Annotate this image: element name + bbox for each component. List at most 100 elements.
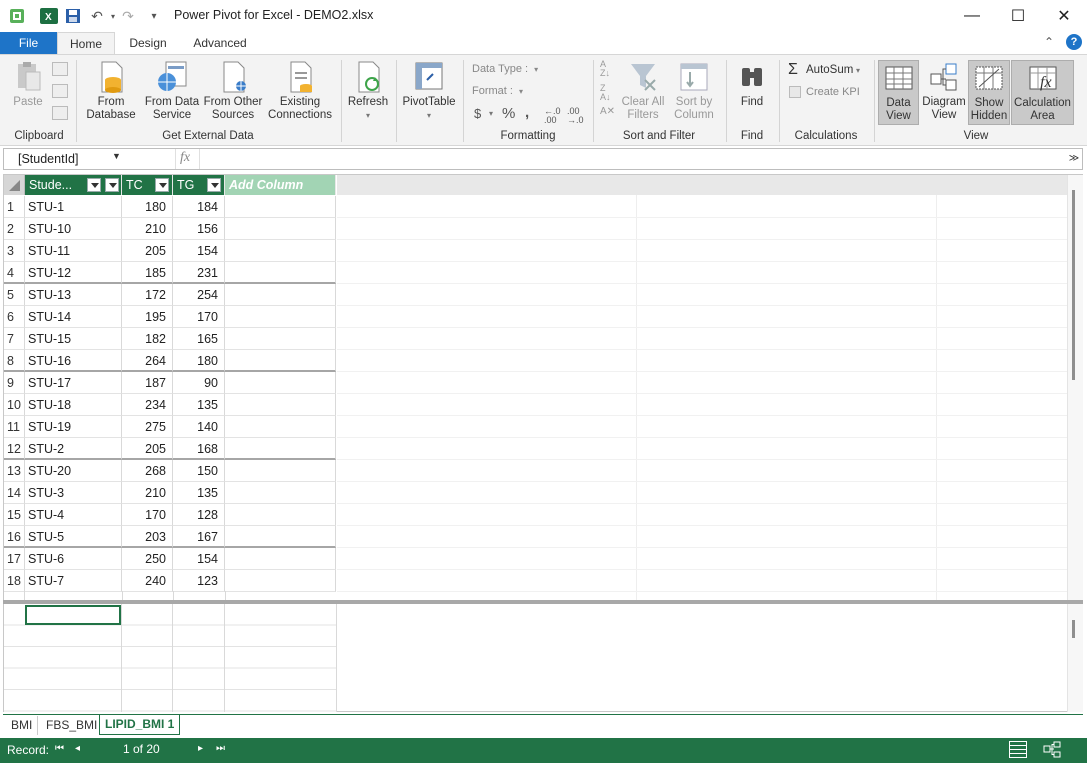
cell-tc[interactable]: 205 bbox=[122, 438, 173, 460]
close-button[interactable]: ✕ bbox=[1041, 0, 1087, 32]
calculation-area-button[interactable]: fx Calculation Area bbox=[1011, 60, 1074, 125]
cell-tg[interactable]: 154 bbox=[173, 548, 225, 570]
clear-sort-icon[interactable]: A✕ bbox=[600, 106, 618, 122]
add-column-header[interactable]: Add Column bbox=[225, 175, 336, 195]
cell-tc[interactable]: 268 bbox=[122, 460, 173, 482]
table-row[interactable]: 18 STU-7 240 123 bbox=[4, 570, 336, 592]
data-view-button[interactable]: Data View bbox=[878, 60, 919, 125]
cell-studentid[interactable]: STU-13 bbox=[25, 284, 122, 306]
sort-ascending-icon[interactable]: A Z↓ bbox=[600, 60, 618, 80]
cell-tc[interactable]: 240 bbox=[122, 570, 173, 592]
cell-studentid[interactable]: STU-3 bbox=[25, 482, 122, 504]
increase-decimal-icon[interactable]: ←.0.00 bbox=[544, 107, 561, 125]
table-row[interactable]: 15 STU-4 170 128 bbox=[4, 504, 336, 526]
table-row[interactable]: 8 STU-16 264 180 bbox=[4, 350, 336, 372]
sheet-tab-lipid-bmi-1[interactable]: LIPID_BMI 1 bbox=[99, 715, 181, 735]
show-hidden-button[interactable]: Show Hidden bbox=[968, 60, 1010, 125]
cell-tg[interactable]: 128 bbox=[173, 504, 225, 526]
cell-add-column[interactable] bbox=[225, 438, 336, 460]
vertical-scrollbar[interactable] bbox=[1067, 175, 1083, 600]
currency-button[interactable]: $ bbox=[474, 106, 481, 121]
column-header-tc[interactable]: TC bbox=[122, 175, 173, 195]
calc-scrollbar-thumb[interactable] bbox=[1072, 620, 1075, 638]
table-row[interactable]: 14 STU-3 210 135 bbox=[4, 482, 336, 504]
filter-dropdown-icon[interactable] bbox=[155, 178, 169, 192]
cell-tc[interactable]: 205 bbox=[122, 240, 173, 262]
cell-tc[interactable]: 180 bbox=[122, 196, 173, 218]
cell-add-column[interactable] bbox=[225, 570, 336, 592]
cell-studentid[interactable]: STU-12 bbox=[25, 262, 122, 284]
cell-studentid[interactable]: STU-6 bbox=[25, 548, 122, 570]
cell-tg[interactable]: 167 bbox=[173, 526, 225, 548]
sort-descending-icon[interactable]: Z A↓ bbox=[600, 84, 618, 104]
cell-tc[interactable]: 275 bbox=[122, 416, 173, 438]
cell-tg[interactable]: 165 bbox=[173, 328, 225, 350]
column-header-studentid[interactable]: Stude... bbox=[25, 175, 122, 195]
tab-home[interactable]: Home bbox=[57, 32, 115, 55]
cell-tg[interactable]: 254 bbox=[173, 284, 225, 306]
cell-tg[interactable]: 154 bbox=[173, 240, 225, 262]
next-record-icon[interactable]: ▸ bbox=[198, 743, 203, 754]
cell-studentid[interactable]: STU-20 bbox=[25, 460, 122, 482]
sort-by-column-button[interactable]: Sort by Column bbox=[668, 60, 720, 122]
refresh-button[interactable]: Refresh ▾ bbox=[345, 60, 391, 122]
cell-studentid[interactable]: STU-15 bbox=[25, 328, 122, 350]
create-kpi-button[interactable]: Create KPI bbox=[806, 86, 860, 98]
cell-tg[interactable]: 140 bbox=[173, 416, 225, 438]
cell-studentid[interactable]: STU-10 bbox=[25, 218, 122, 240]
previous-record-icon[interactable]: ◂ bbox=[75, 743, 80, 754]
first-record-icon[interactable]: ⏮ bbox=[55, 743, 64, 754]
cut-icon[interactable] bbox=[52, 62, 68, 76]
percent-button[interactable]: % bbox=[502, 105, 515, 122]
customize-toolbar-icon[interactable]: ▾ bbox=[146, 6, 162, 26]
tab-advanced[interactable]: Advanced bbox=[186, 32, 254, 54]
cell-add-column[interactable] bbox=[225, 372, 336, 394]
table-row[interactable]: 4 STU-12 185 231 bbox=[4, 262, 336, 284]
grid-view-icon[interactable] bbox=[1009, 741, 1027, 758]
cell-tg[interactable]: 231 bbox=[173, 262, 225, 284]
table-row[interactable]: 12 STU-2 205 168 bbox=[4, 438, 336, 460]
find-button[interactable]: Find bbox=[730, 60, 774, 109]
cell-tc[interactable]: 170 bbox=[122, 504, 173, 526]
paste-button[interactable]: Paste bbox=[8, 60, 48, 109]
cell-tc[interactable]: 185 bbox=[122, 262, 173, 284]
fx-icon[interactable]: fx bbox=[180, 150, 190, 166]
cell-add-column[interactable] bbox=[225, 416, 336, 438]
decrease-decimal-icon[interactable]: .00 →.0 bbox=[567, 107, 584, 125]
cell-add-column[interactable] bbox=[225, 262, 336, 284]
formula-input[interactable] bbox=[199, 149, 1067, 169]
cell-tc[interactable]: 172 bbox=[122, 284, 173, 306]
tab-design[interactable]: Design bbox=[122, 32, 174, 54]
excel-icon[interactable]: X bbox=[38, 6, 60, 26]
cell-studentid[interactable]: STU-2 bbox=[25, 438, 122, 460]
currency-dropdown-icon[interactable]: ▾ bbox=[489, 109, 493, 118]
from-other-sources-button[interactable]: From Other Sources bbox=[202, 60, 264, 122]
cell-tg[interactable]: 90 bbox=[173, 372, 225, 394]
cell-tg[interactable]: 168 bbox=[173, 438, 225, 460]
cell-studentid[interactable]: STU-17 bbox=[25, 372, 122, 394]
table-row[interactable]: 1 STU-1 180 184 bbox=[4, 196, 336, 218]
diagram-view-button[interactable]: Diagram View bbox=[921, 60, 967, 122]
cell-studentid[interactable]: STU-14 bbox=[25, 306, 122, 328]
diagram-view-status-icon[interactable] bbox=[1043, 741, 1061, 761]
filter-dropdown-icon[interactable] bbox=[105, 178, 119, 192]
cell-add-column[interactable] bbox=[225, 196, 336, 218]
name-box-dropdown-icon[interactable]: ▼ bbox=[112, 151, 121, 161]
cell-studentid[interactable]: STU-11 bbox=[25, 240, 122, 262]
scrollbar-thumb[interactable] bbox=[1072, 190, 1075, 380]
cell-studentid[interactable]: STU-18 bbox=[25, 394, 122, 416]
select-all-corner[interactable] bbox=[4, 175, 25, 195]
cell-tc[interactable]: 264 bbox=[122, 350, 173, 372]
undo-icon[interactable]: ↶ bbox=[86, 6, 108, 26]
cell-studentid[interactable]: STU-4 bbox=[25, 504, 122, 526]
collapse-ribbon-icon[interactable]: ⌃ bbox=[1044, 35, 1054, 49]
cell-add-column[interactable] bbox=[225, 482, 336, 504]
calc-area-scrollbar[interactable] bbox=[1067, 604, 1083, 712]
pivottable-button[interactable]: PivotTable ▾ bbox=[400, 60, 458, 122]
cell-tg[interactable]: 123 bbox=[173, 570, 225, 592]
existing-connections-button[interactable]: Existing Connections bbox=[266, 60, 334, 122]
table-row[interactable]: 10 STU-18 234 135 bbox=[4, 394, 336, 416]
cell-studentid[interactable]: STU-16 bbox=[25, 350, 122, 372]
cell-add-column[interactable] bbox=[225, 548, 336, 570]
cell-tc[interactable]: 187 bbox=[122, 372, 173, 394]
